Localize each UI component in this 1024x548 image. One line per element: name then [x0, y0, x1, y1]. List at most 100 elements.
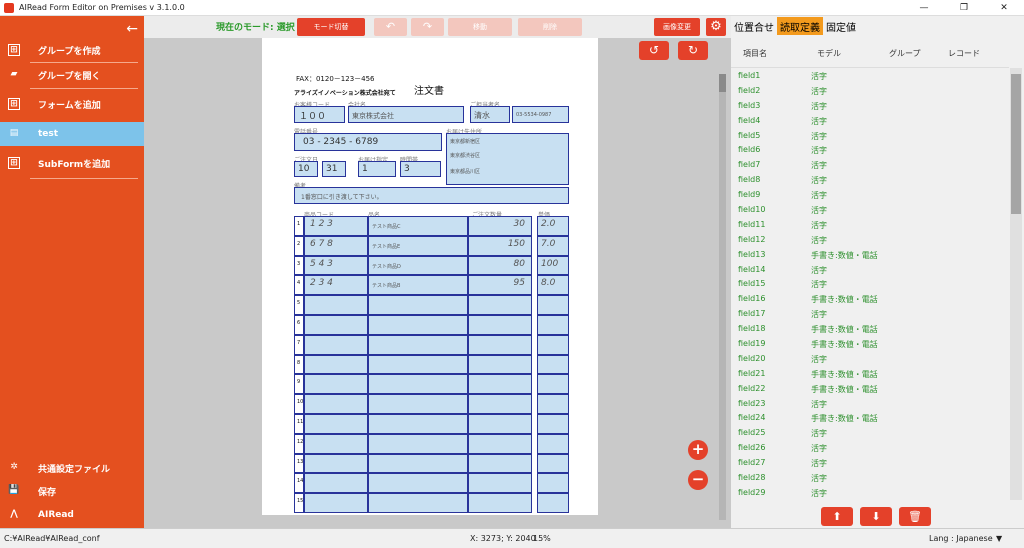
table-cell[interactable] [304, 354, 368, 375]
table-cell[interactable] [304, 295, 368, 315]
canvas-area[interactable]: ↺ ↻ FAX：0120－123－456 注文書 アライズイノベーション株式会社… [144, 38, 731, 528]
field-box[interactable]: 東京株式会社 [348, 106, 464, 123]
table-cell[interactable] [468, 354, 532, 375]
table-cell[interactable] [468, 334, 532, 355]
table-cell[interactable] [368, 414, 468, 434]
field-row[interactable]: field3 活字 [731, 99, 1009, 114]
minimize-button[interactable]: — [904, 0, 944, 16]
table-cell[interactable] [304, 473, 368, 494]
table-cell[interactable] [368, 473, 468, 494]
canvas-scrollbar[interactable] [719, 74, 726, 520]
field-row[interactable]: field1 活字 [731, 69, 1009, 84]
field-row[interactable]: field6 活字 [731, 143, 1009, 158]
table-cell[interactable] [537, 374, 569, 395]
field-row[interactable]: field13 手書き:数値・電話 [731, 248, 1009, 263]
table-cell[interactable] [468, 453, 532, 474]
field-row[interactable]: field14 活字 [731, 263, 1009, 278]
field-row[interactable]: field12 活字 [731, 233, 1009, 248]
table-cell[interactable] [537, 315, 569, 335]
table-cell[interactable] [304, 453, 368, 474]
remarks-field-box[interactable]: 1番窓口に引き渡して下さい。 [294, 187, 569, 204]
table-cell[interactable] [368, 334, 468, 355]
sidebar-item-create-group[interactable]: ⊞ グループを作成 [0, 38, 144, 62]
table-cell[interactable]: 1 2 3 [304, 216, 368, 236]
tab-fixed-values[interactable]: 固定値 [823, 17, 859, 35]
field-row[interactable]: field18 手書き:数値・電話 [731, 322, 1009, 337]
sidebar-item-save[interactable]: 💾 保存 [0, 479, 144, 503]
field-box[interactable]: 清水 [470, 106, 510, 123]
field-list-scrollbar-thumb[interactable] [1011, 74, 1021, 214]
field-row[interactable]: field11 活字 [731, 218, 1009, 233]
undo-button[interactable]: ↶ [374, 18, 407, 36]
phone-field-box[interactable]: 03 - 2345 - 6789 [294, 133, 442, 151]
table-cell[interactable]: 5 4 3 [304, 255, 368, 276]
field-row[interactable]: field29 活字 [731, 486, 1009, 501]
redo-button[interactable]: ↷ [411, 18, 444, 36]
field-row[interactable]: field28 活字 [731, 471, 1009, 486]
field-row[interactable]: field22 手書き:数値・電話 [731, 382, 1009, 397]
table-cell[interactable]: テスト商品C [368, 216, 468, 236]
field-row[interactable]: field15 活字 [731, 277, 1009, 292]
table-cell[interactable] [368, 493, 468, 513]
table-cell[interactable]: テスト商品D [368, 255, 468, 276]
table-cell[interactable] [537, 295, 569, 315]
table-cell[interactable] [537, 433, 569, 454]
table-cell[interactable]: 80 [468, 255, 532, 276]
sidebar-item-add-form[interactable]: ⊞ フォームを追加 [0, 92, 144, 116]
table-cell[interactable] [304, 493, 368, 513]
field-row[interactable]: field21 手書き:数値・電話 [731, 367, 1009, 382]
field-row[interactable]: field7 活字 [731, 158, 1009, 173]
table-cell[interactable] [368, 433, 468, 454]
table-cell[interactable]: 2 3 4 [304, 275, 368, 296]
table-cell[interactable] [304, 315, 368, 335]
sidebar-item-add-subform[interactable]: ⊞ SubFormを追加 [0, 151, 144, 175]
table-cell[interactable]: 100 [537, 255, 569, 276]
field-row[interactable]: field16 手書き:数値・電話 [731, 292, 1009, 307]
table-cell[interactable]: テスト商品B [368, 275, 468, 296]
table-cell[interactable]: 30 [468, 216, 532, 236]
table-cell[interactable] [468, 433, 532, 454]
field-row[interactable]: field23 活字 [731, 397, 1009, 412]
field-row[interactable]: field20 活字 [731, 352, 1009, 367]
table-cell[interactable]: 2.0 [537, 216, 569, 236]
table-cell[interactable]: 8.0 [537, 275, 569, 296]
field-row[interactable]: field8 活字 [731, 173, 1009, 188]
table-cell[interactable] [537, 354, 569, 375]
rotate-left-button[interactable]: ↺ [639, 41, 669, 60]
table-cell[interactable] [468, 473, 532, 494]
day-field-box[interactable]: 31 [322, 161, 346, 177]
zoom-out-button[interactable]: − [688, 470, 708, 490]
table-cell[interactable] [304, 414, 368, 434]
maximize-button[interactable]: ❐ [944, 0, 984, 16]
month-field-box[interactable]: 10 [294, 161, 318, 177]
move-up-button[interactable]: ⬆ [821, 507, 853, 526]
delete-field-button[interactable]: 🗑 [899, 507, 931, 526]
delivery-field-box[interactable]: 1 [358, 161, 396, 177]
tab-alignment[interactable]: 位置合せ [731, 17, 777, 35]
field-row[interactable]: field19 手書き:数値・電話 [731, 337, 1009, 352]
table-cell[interactable] [368, 453, 468, 474]
mode-switch-button[interactable]: モード切替 [297, 18, 365, 36]
field-row[interactable]: field4 活字 [731, 114, 1009, 129]
move-down-button[interactable]: ⬇ [860, 507, 892, 526]
field-row[interactable]: field26 活字 [731, 441, 1009, 456]
field-row[interactable]: field9 活字 [731, 188, 1009, 203]
table-cell[interactable] [468, 315, 532, 335]
table-cell[interactable] [468, 414, 532, 434]
delete-button[interactable]: 削除 [518, 18, 582, 36]
table-cell[interactable] [537, 394, 569, 414]
tab-read-definition[interactable]: 読取定義 [777, 17, 823, 35]
table-cell[interactable] [468, 394, 532, 414]
sidebar-item-common-settings[interactable]: ✲ 共通設定ファイル [0, 456, 144, 480]
field-row[interactable]: field5 活字 [731, 129, 1009, 144]
canvas-scrollbar-thumb[interactable] [719, 74, 726, 92]
table-cell[interactable] [468, 374, 532, 395]
field-row[interactable]: field10 活字 [731, 203, 1009, 218]
sidebar-item-test[interactable]: ▤ test [0, 122, 144, 146]
table-cell[interactable] [304, 334, 368, 355]
table-cell[interactable] [368, 354, 468, 375]
back-arrow-icon[interactable]: ← [126, 21, 138, 37]
table-cell[interactable] [304, 394, 368, 414]
chevron-down-icon[interactable]: ▼ [996, 534, 1002, 543]
table-cell[interactable]: 7.0 [537, 235, 569, 256]
